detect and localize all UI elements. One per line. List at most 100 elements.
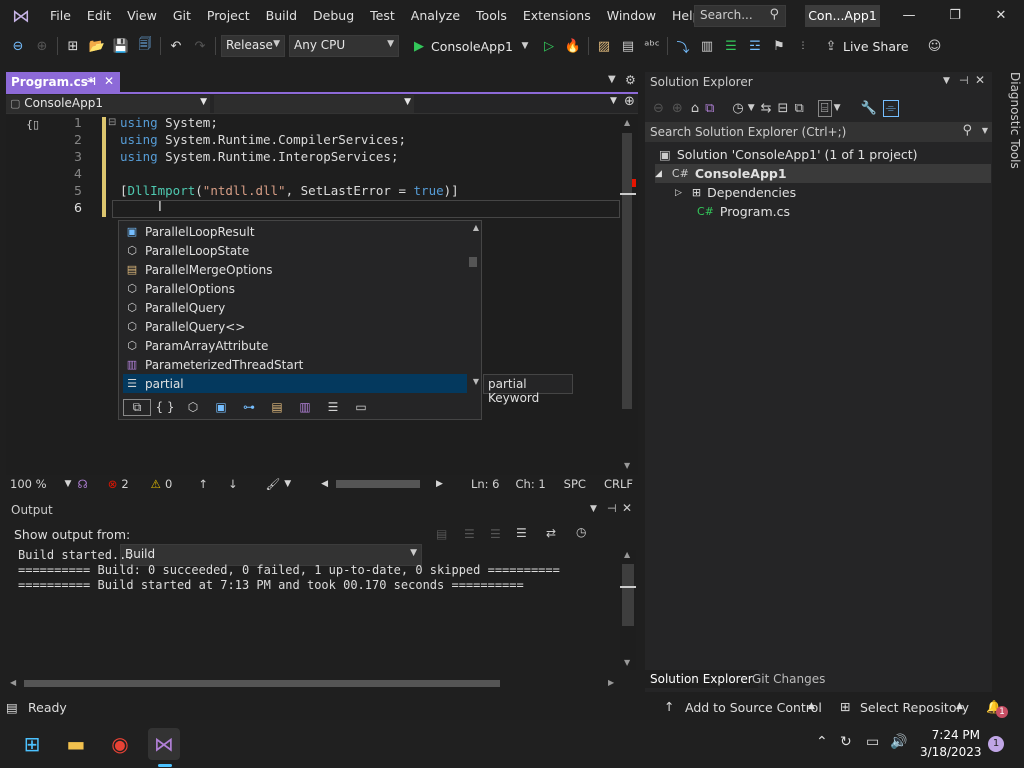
scroll-left-icon[interactable]: ◀ bbox=[10, 678, 16, 687]
format-icon[interactable]: ▥ bbox=[697, 35, 717, 57]
output-vertical-scrollbar[interactable]: ▲ ▼ bbox=[620, 550, 636, 670]
find-message-icon[interactable]: ▤ bbox=[436, 527, 447, 541]
close-tab-icon[interactable]: ✕ bbox=[104, 74, 114, 88]
word-wrap-icon[interactable]: ⇄ bbox=[546, 526, 556, 540]
completion-item[interactable]: ⬡ ParallelLoopState bbox=[123, 241, 463, 260]
snippet-filter-icon[interactable]: ▭ bbox=[347, 400, 375, 414]
solution-search-input[interactable]: Search Solution Explorer (Ctrl+;) ⚲ ▼ bbox=[645, 122, 992, 142]
add-source-control[interactable]: Add to Source Control bbox=[685, 700, 822, 715]
new-project-icon[interactable]: ⊞ bbox=[63, 35, 83, 57]
scrollbar-thumb[interactable] bbox=[24, 680, 500, 687]
previous-issue-icon[interactable]: ↑ bbox=[198, 477, 208, 491]
quick-action-icon[interactable]: {▯ bbox=[26, 118, 39, 131]
tree-project[interactable]: ◢ C# ConsoleApp1 bbox=[655, 164, 991, 183]
live-share-icon[interactable]: ⇪ bbox=[821, 35, 841, 57]
uncomment-icon[interactable]: ☲ bbox=[745, 35, 765, 57]
completion-item[interactable]: ⬡ ParamArrayAttribute bbox=[123, 336, 463, 355]
menu-file[interactable]: File bbox=[42, 0, 79, 32]
tab-git-changes[interactable]: Git Changes bbox=[747, 670, 830, 688]
network-icon[interactable]: ▭ bbox=[866, 734, 879, 750]
show-all-files-icon[interactable]: ⧉ bbox=[794, 101, 803, 116]
tab-solution-explorer[interactable]: Solution Explorer bbox=[645, 670, 758, 688]
prev-message-icon[interactable]: ☰ bbox=[464, 527, 475, 541]
minimize-button[interactable]: — bbox=[886, 0, 932, 32]
close-button[interactable]: ✕ bbox=[978, 0, 1024, 32]
menu-tools[interactable]: Tools bbox=[468, 0, 515, 32]
pin-icon[interactable]: ⊣ bbox=[959, 74, 969, 87]
pin-icon[interactable]: ⊣ bbox=[86, 75, 96, 88]
file-explorer-icon[interactable]: ▬ bbox=[60, 728, 92, 760]
menu-window[interactable]: Window bbox=[599, 0, 664, 32]
chevron-down-icon[interactable]: ▼ bbox=[515, 35, 535, 57]
save-icon[interactable]: 💾 bbox=[111, 35, 131, 57]
back-icon[interactable]: ⊖ bbox=[653, 101, 664, 116]
close-icon[interactable]: ✕ bbox=[622, 501, 632, 515]
clear-all-icon[interactable]: ☰ bbox=[516, 526, 527, 540]
scroll-right-icon[interactable]: ▶ bbox=[608, 678, 614, 687]
platform-select[interactable]: Any CPU ▼ bbox=[289, 35, 399, 57]
expanded-arrow-icon[interactable]: ◢ bbox=[655, 169, 662, 179]
collapse-icon[interactable]: ⊟ bbox=[108, 117, 116, 128]
next-issue-icon[interactable]: ↓ bbox=[228, 477, 238, 491]
chevron-down-icon[interactable]: ▼ bbox=[943, 76, 950, 86]
horizontal-scrollbar-thumb[interactable] bbox=[336, 480, 421, 488]
scroll-right-icon[interactable]: ▶ bbox=[436, 479, 443, 489]
forward-icon[interactable]: ⊕ bbox=[672, 101, 683, 116]
expand-filter-icon[interactable]: ⧉ bbox=[123, 398, 151, 416]
chevron-down-icon[interactable]: ▼ bbox=[65, 479, 72, 489]
visual-studio-taskbar-icon[interactable]: ⋈ bbox=[148, 728, 180, 760]
completion-item[interactable]: ▤ ParallelMergeOptions bbox=[123, 260, 463, 279]
notification-center-badge[interactable]: 1 bbox=[988, 736, 1004, 752]
editor-vertical-scrollbar[interactable]: ▲ ▼ bbox=[620, 115, 636, 475]
open-file-icon[interactable]: 📂 bbox=[87, 35, 107, 57]
scroll-down-icon[interactable]: ▼ bbox=[624, 658, 630, 667]
whitespace-indicator[interactable]: SPC bbox=[564, 477, 586, 491]
keyword-filter-icon[interactable]: ☰ bbox=[319, 400, 347, 414]
class-filter-icon[interactable]: ⬡ bbox=[179, 400, 207, 414]
chevron-down-icon[interactable]: ▼ bbox=[590, 504, 597, 514]
folder-icon[interactable]: ▨ bbox=[594, 35, 614, 57]
pending-changes-icon[interactable]: ◷ bbox=[732, 101, 743, 116]
volume-icon[interactable]: 🔊 bbox=[890, 734, 907, 750]
completion-item[interactable]: ▥ ParameterizedThreadStart bbox=[123, 355, 463, 374]
repository-icon[interactable]: ⊞ bbox=[840, 699, 850, 714]
completion-item[interactable]: ⬡ ParallelQuery<> bbox=[123, 317, 463, 336]
start-debug-icon[interactable]: ▶ bbox=[409, 35, 429, 57]
menu-analyze[interactable]: Analyze bbox=[403, 0, 468, 32]
scroll-up-icon[interactable]: ▲ bbox=[473, 223, 479, 232]
close-icon[interactable]: ✕ bbox=[975, 73, 985, 87]
search-box[interactable]: Search... ⚲ bbox=[694, 5, 786, 27]
namespace-filter-icon[interactable]: { } bbox=[151, 400, 179, 414]
auto-hide-icon[interactable]: ⌯ bbox=[882, 99, 900, 117]
error-icon[interactable]: ⊗ bbox=[108, 477, 118, 491]
copilot-icon[interactable]: ☊ bbox=[77, 477, 87, 491]
bookmark-icon[interactable]: ⚑ bbox=[769, 35, 789, 57]
next-message-icon[interactable]: ☰ bbox=[490, 527, 501, 541]
output-window-icon[interactable]: ▤ bbox=[6, 700, 18, 715]
diagnostic-tools-tab[interactable]: Diagnostic Tools bbox=[994, 72, 1022, 172]
switch-views-icon[interactable]: ⧉ bbox=[705, 101, 714, 116]
chevron-up-icon[interactable]: ▲ bbox=[956, 701, 963, 711]
column-indicator[interactable]: Ch: 1 bbox=[516, 477, 546, 491]
back-icon[interactable]: ⊖ bbox=[8, 35, 28, 57]
menu-edit[interactable]: Edit bbox=[79, 0, 119, 32]
warning-count[interactable]: 0 bbox=[165, 477, 172, 491]
feedback-icon[interactable]: ☺ bbox=[925, 35, 945, 57]
layout-icon[interactable]: ▤ bbox=[618, 35, 638, 57]
scroll-down-icon[interactable]: ▼ bbox=[473, 377, 479, 386]
home-icon[interactable]: ⌂ bbox=[691, 101, 699, 116]
zoom-level[interactable]: 100 % bbox=[10, 477, 47, 491]
split-icon[interactable]: ⊕ bbox=[624, 94, 635, 109]
interface-filter-icon[interactable]: ⊶ bbox=[235, 400, 263, 414]
select-repository[interactable]: Select Repository bbox=[860, 700, 969, 715]
redo-icon[interactable]: ↷ bbox=[190, 35, 210, 57]
menu-project[interactable]: Project bbox=[199, 0, 258, 32]
tree-program-file[interactable]: C# Program.cs bbox=[697, 202, 790, 221]
line-ending-indicator[interactable]: CRLF bbox=[604, 477, 633, 491]
windows-start-icon[interactable]: ⊞ bbox=[16, 728, 48, 760]
hot-reload-icon[interactable]: 🔥 bbox=[563, 35, 583, 57]
scrollbar-thumb[interactable] bbox=[622, 564, 634, 626]
scroll-left-icon[interactable]: ◀ bbox=[321, 479, 328, 489]
chevron-up-icon[interactable]: ▲ bbox=[808, 701, 815, 711]
maximize-button[interactable]: ❐ bbox=[932, 0, 978, 32]
